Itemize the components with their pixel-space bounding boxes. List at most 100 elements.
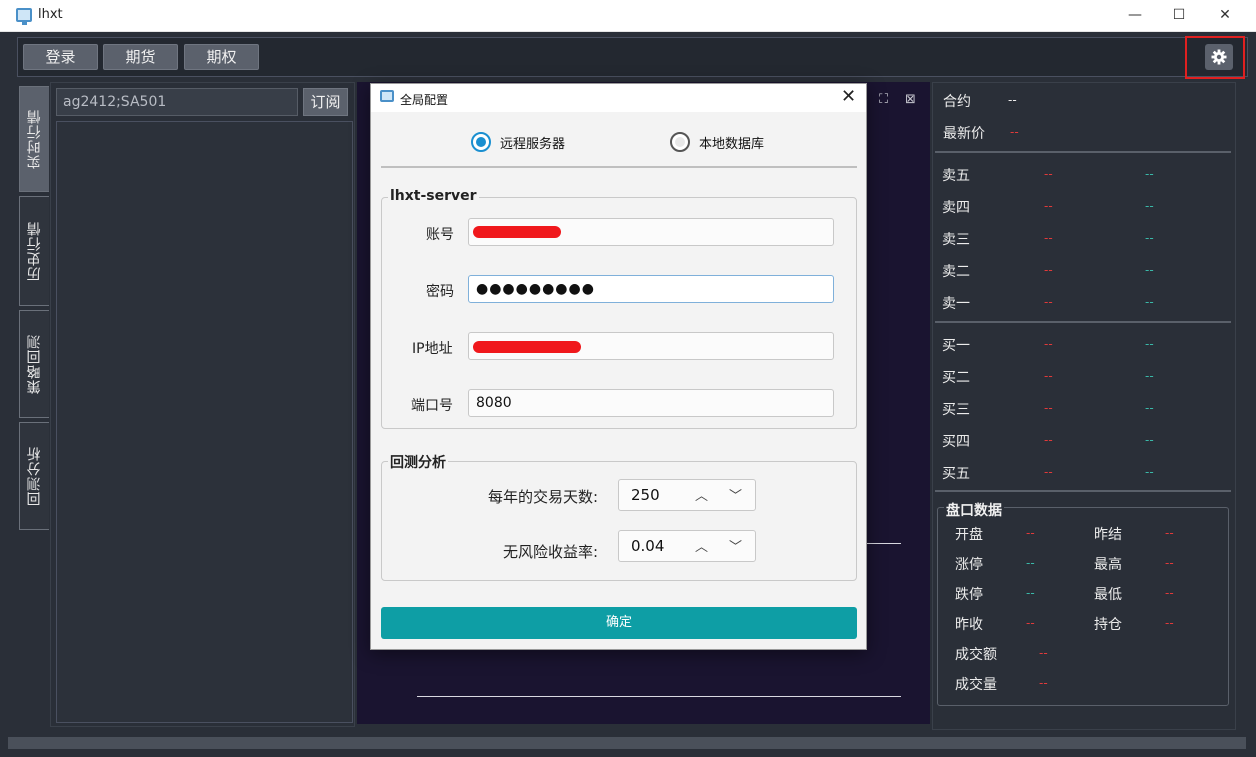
ask4-volume: --: [1145, 199, 1154, 213]
maximize-button[interactable]: ☐: [1156, 0, 1202, 32]
chart-axis-line: [417, 696, 901, 697]
remote-server-label[interactable]: 远程服务器: [500, 133, 565, 152]
ask2-price: --: [1044, 263, 1053, 277]
bid4-price: --: [1044, 433, 1053, 447]
symbols-input[interactable]: ag2412;SA501: [56, 88, 298, 116]
account-label: 账号: [426, 227, 454, 243]
dialog-titlebar: 全局配置 ✕: [371, 84, 866, 112]
bid3-volume: --: [1145, 401, 1154, 415]
global-config-dialog: 全局配置 ✕ 远程服务器 本地数据库 lhxt-server 账号 密码 ●●●…: [370, 83, 867, 650]
ask4-price: --: [1044, 199, 1053, 213]
toolbar: 登录 期货 期权: [17, 37, 1248, 77]
window-title: lhxt: [38, 7, 63, 22]
redaction-mark: [473, 341, 581, 353]
futures-button[interactable]: 期货: [103, 44, 178, 70]
account-field[interactable]: [468, 218, 834, 246]
turnover-label: 成交额: [955, 647, 997, 663]
low-value: --: [1165, 586, 1174, 600]
open-value: --: [1026, 526, 1035, 540]
risk-free-spinbox[interactable]: 0.04 ︿ ﹀: [618, 530, 756, 562]
bid2-price: --: [1044, 369, 1053, 383]
open-interest-label: 持仓: [1094, 617, 1122, 633]
ask1-price: --: [1044, 295, 1053, 309]
vertical-tabbar: 实时行情 历史行情 策略回测 回测分析: [17, 80, 50, 730]
backtest-group: 回测分析 每年的交易天数: 250 ︿ ﹀ 无风险收益率: 0.04 ︿ ﹀: [381, 452, 857, 581]
bid2-volume: --: [1145, 369, 1154, 383]
reset-zoom-icon[interactable]: ⊠: [905, 92, 916, 107]
ip-label: IP地址: [412, 341, 453, 357]
market-data-box: 盘口数据 开盘 -- 昨结 -- 涨停 -- 最高 -- 跌停 -- 最低 --…: [937, 500, 1229, 706]
chart-line: [867, 543, 901, 544]
ask3-label: 卖三: [942, 232, 970, 248]
divider: [935, 151, 1231, 153]
divider: [935, 490, 1231, 492]
ask2-volume: --: [1145, 263, 1154, 277]
prev-close-label: 昨收: [955, 617, 983, 633]
ask2-label: 卖二: [942, 264, 970, 280]
remote-server-radio[interactable]: [471, 132, 491, 152]
options-button[interactable]: 期权: [184, 44, 259, 70]
port-field[interactable]: 8080: [468, 389, 834, 417]
symbol-panel: ag2412;SA501 订阅: [50, 82, 355, 727]
dialog-monitor-icon: [380, 90, 394, 102]
bid4-label: 买四: [942, 434, 970, 450]
market-data-title: 盘口数据: [944, 500, 1004, 520]
bid5-label: 买五: [942, 466, 970, 482]
contract-label: 合约: [943, 94, 971, 110]
backtest-group-title: 回测分析: [388, 452, 448, 472]
low-label: 最低: [1094, 587, 1122, 603]
ask5-price: --: [1044, 167, 1053, 181]
bid3-label: 买三: [942, 402, 970, 418]
prev-settle-value: --: [1165, 526, 1174, 540]
app-monitor-icon: [16, 8, 32, 25]
open-interest-value: --: [1165, 616, 1174, 630]
minimize-button[interactable]: —: [1112, 0, 1158, 32]
login-button[interactable]: 登录: [23, 44, 98, 70]
volume-value: --: [1039, 676, 1048, 690]
ask3-price: --: [1044, 231, 1053, 245]
server-group: lhxt-server 账号 密码 ●●●●●●●●● IP地址 端口号 808…: [381, 188, 857, 429]
ip-field[interactable]: [468, 332, 834, 360]
settings-highlight-box: [1185, 36, 1245, 79]
subscribe-button[interactable]: 订阅: [303, 88, 348, 116]
close-window-button[interactable]: ✕: [1202, 0, 1248, 32]
dialog-title: 全局配置: [400, 93, 449, 107]
prev-settle-label: 昨结: [1094, 527, 1122, 543]
dialog-close-icon[interactable]: ✕: [841, 86, 856, 107]
bid1-label: 买一: [942, 338, 970, 354]
ask3-volume: --: [1145, 231, 1154, 245]
trading-days-spinbox[interactable]: 250 ︿ ﹀: [618, 479, 756, 511]
local-db-label[interactable]: 本地数据库: [699, 133, 764, 152]
dialog-divider: [381, 166, 857, 168]
last-price-value: --: [1010, 125, 1019, 139]
chevron-up-icon[interactable]: ︿: [695, 485, 708, 504]
high-value: --: [1165, 556, 1174, 570]
divider: [935, 321, 1231, 323]
fit-view-icon[interactable]: ⛶: [879, 92, 888, 107]
bid4-volume: --: [1145, 433, 1154, 447]
ask1-label: 卖一: [942, 296, 970, 312]
tab-history-quotes[interactable]: 历史行情: [19, 196, 49, 306]
tab-backtest-analysis[interactable]: 回测分析: [19, 422, 49, 530]
ask5-label: 卖五: [942, 168, 970, 184]
redaction-mark: [473, 226, 561, 238]
bid2-label: 买二: [942, 370, 970, 386]
confirm-button[interactable]: 确定: [381, 607, 857, 639]
last-price-label: 最新价: [943, 126, 985, 142]
local-db-radio[interactable]: [670, 132, 690, 152]
password-field[interactable]: ●●●●●●●●●: [468, 275, 834, 303]
chevron-up-icon[interactable]: ︿: [695, 536, 708, 555]
limit-up-label: 涨停: [955, 557, 983, 573]
risk-free-label: 无风险收益率:: [503, 543, 599, 561]
chevron-down-icon[interactable]: ﹀: [729, 536, 742, 555]
tab-realtime-quotes[interactable]: 实时行情: [19, 86, 49, 192]
bid5-price: --: [1044, 465, 1053, 479]
symbol-list[interactable]: [56, 121, 353, 723]
chevron-down-icon[interactable]: ﹀: [729, 485, 742, 504]
high-label: 最高: [1094, 557, 1122, 573]
bid1-price: --: [1044, 337, 1053, 351]
tab-strategy-backtest[interactable]: 策略回测: [19, 310, 49, 418]
limit-down-value: --: [1026, 586, 1035, 600]
quote-panel: 合约 -- 最新价 -- 卖五 -- -- 卖四 -- -- 卖三 -- -- …: [932, 82, 1236, 730]
limit-up-value: --: [1026, 556, 1035, 570]
